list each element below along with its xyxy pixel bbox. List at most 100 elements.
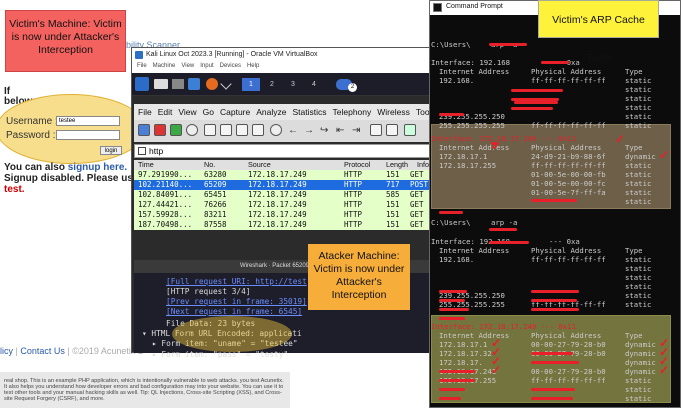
ws-menu-capture[interactable]: Capture [220, 107, 250, 117]
col-protocol[interactable]: Protocol [344, 160, 370, 169]
signup-text: You can also [4, 162, 68, 173]
arp-mac: ff-ff-ff-ff-ff-ff [531, 121, 606, 130]
packet-cell-src: 172.18.17.249 [248, 170, 307, 179]
autoscroll-icon[interactable] [370, 124, 382, 136]
vbox-menu-view[interactable]: View [181, 63, 194, 69]
vbox-menu-devices[interactable]: Devices [220, 63, 241, 69]
zoom-icon[interactable] [404, 124, 416, 136]
packet-row[interactable]: 187.70498... 87558 172.18.17.249 HTTP 151 GET [134, 220, 432, 230]
arp-addr: 192.168. [439, 255, 475, 264]
save-file-icon[interactable] [220, 124, 232, 136]
signup-link[interactable]: signup here. [68, 162, 127, 173]
ws-menu-file[interactable]: File [138, 107, 152, 117]
redaction-mark [532, 101, 558, 104]
stop-capture-icon[interactable] [154, 124, 166, 136]
ws-menu-go[interactable]: Go [203, 107, 214, 117]
packet-cell-no: 65451 [204, 190, 227, 199]
redaction-mark [439, 290, 467, 293]
username-field[interactable]: testee [56, 116, 120, 126]
bookmark-icon[interactable] [138, 147, 146, 155]
arp-addr: 192.168. [439, 76, 475, 85]
detail-full-uri[interactable]: [Full request URI: http://test [166, 277, 307, 286]
last-packet-icon[interactable]: ⇥ [352, 125, 360, 136]
vbox-menu-help[interactable]: Help [247, 63, 259, 69]
packet-row[interactable]: 102.21140... 65209 172.18.17.249 HTTP 717 POS… [134, 180, 432, 190]
col-no[interactable]: No. [204, 160, 215, 169]
packet-cell-proto: HTTP [344, 220, 363, 229]
redaction-mark [531, 290, 579, 293]
packet-cell-info: GET [410, 170, 424, 179]
redaction-mark [439, 388, 465, 391]
packet-row[interactable]: 97.291990... 63280 172.18.17.249 HTTP 151 GET [134, 170, 432, 180]
col-source[interactable]: Source [248, 160, 271, 169]
password-field[interactable] [56, 130, 120, 140]
arp-cache-callout: Victim's ARP Cache Table [538, 0, 659, 64]
packet-cell-time: 102.84091... [138, 190, 193, 199]
vbox-menu-file[interactable]: File [137, 63, 147, 69]
col-length[interactable]: Length [386, 160, 408, 169]
cmd-header-addr: Internet Address [439, 67, 510, 76]
col-time[interactable]: Time [138, 160, 154, 169]
footer-policy-link[interactable]: licy [0, 346, 13, 356]
arp-addr: 255.255.255.255 [439, 121, 505, 130]
arp-mac: ff-ff-ff-ff-ff-ff [531, 376, 606, 385]
packet-cell-proto: HTTP [344, 210, 363, 219]
signup-line: You can also signup here. [4, 162, 127, 173]
firefox-icon[interactable] [206, 78, 218, 90]
options-gear-icon[interactable] [186, 124, 198, 136]
arp-type: static [625, 300, 652, 309]
ws-menu-analyze[interactable]: Analyze [256, 107, 286, 117]
restart-capture-icon[interactable] [170, 124, 182, 136]
ws-menu-view[interactable]: View [178, 107, 196, 117]
workspace-2[interactable]: 2 [263, 78, 281, 91]
packet-row[interactable]: 102.84091... 65451 172.18.17.249 HTTP 585 GET [134, 190, 432, 200]
vbox-menu-machine[interactable]: Machine [153, 63, 176, 69]
arp-addr: 172.18.17.32 [439, 349, 492, 358]
detail-prev-request[interactable]: [Prev request in frame: 35019] [166, 297, 307, 306]
wireshark-toolbar: ← → ↪ ⇤ ⇥ [134, 120, 432, 142]
packet-cell-no: 83211 [204, 210, 227, 219]
editor-icon[interactable] [188, 78, 200, 90]
files-icon[interactable] [172, 79, 184, 89]
ws-menu-edit[interactable]: Edit [158, 107, 173, 117]
packet-row[interactable]: 157.59928... 83211 172.18.17.249 HTTP 151 GET [134, 210, 432, 220]
kali-menu-icon[interactable] [135, 77, 149, 91]
arp-mac: 01-00-5e-7f-ff-fa [531, 188, 606, 197]
login-button[interactable]: login [100, 146, 122, 155]
workspace-4[interactable]: 4 [305, 78, 323, 91]
detail-next-request[interactable]: [Next request in frame: 6545] [166, 307, 302, 316]
arp-mac: ff-ff-ff-ff-ff-ff [531, 76, 606, 85]
colorize-icon[interactable] [386, 124, 398, 136]
workspace-3[interactable]: 3 [284, 78, 302, 91]
terminal-icon[interactable] [154, 79, 168, 89]
first-packet-icon[interactable]: ⇤ [336, 125, 344, 136]
footer-contact-link[interactable]: Contact Us [20, 346, 65, 356]
back-arrow-icon[interactable]: ← [288, 125, 298, 136]
packet-cell-src: 172.18.17.249 [248, 180, 307, 189]
col-info[interactable]: Info [417, 160, 429, 169]
password-label: Password : [6, 130, 56, 141]
redaction-mark [531, 199, 577, 202]
packet-row[interactable]: 127.44421... 76266 172.18.17.249 HTTP 151 GET [134, 200, 432, 210]
vbox-menu: File Machine View Input Devices Help [132, 63, 432, 73]
open-file-icon[interactable] [204, 124, 216, 136]
start-capture-icon[interactable] [138, 124, 150, 136]
footer-links: licy | Contact Us | ©2019 Acunetix L [0, 346, 143, 356]
ws-menu-wireless[interactable]: Wireless [377, 107, 410, 117]
workspace-1[interactable]: 1 [242, 78, 260, 91]
close-file-icon[interactable] [236, 124, 248, 136]
arp-type: static [625, 197, 652, 206]
arp-type: static [625, 264, 652, 273]
display-filter-bar[interactable]: http [134, 144, 432, 158]
vbox-menu-input[interactable]: Input [200, 63, 213, 69]
forward-arrow-icon[interactable]: → [304, 125, 314, 136]
ws-menu-statistics[interactable]: Statistics [292, 107, 326, 117]
chevron-down-icon[interactable] [220, 78, 232, 90]
ws-menu-telephony[interactable]: Telephony [333, 107, 372, 117]
search-icon[interactable] [270, 124, 282, 136]
reload-icon[interactable] [252, 124, 264, 136]
arp-type: static [625, 170, 652, 179]
cmd-header-type: Type [625, 67, 643, 76]
jump-icon[interactable]: ↪ [320, 125, 328, 136]
cmd-interface-1: Interface: 192.168 [431, 58, 511, 67]
